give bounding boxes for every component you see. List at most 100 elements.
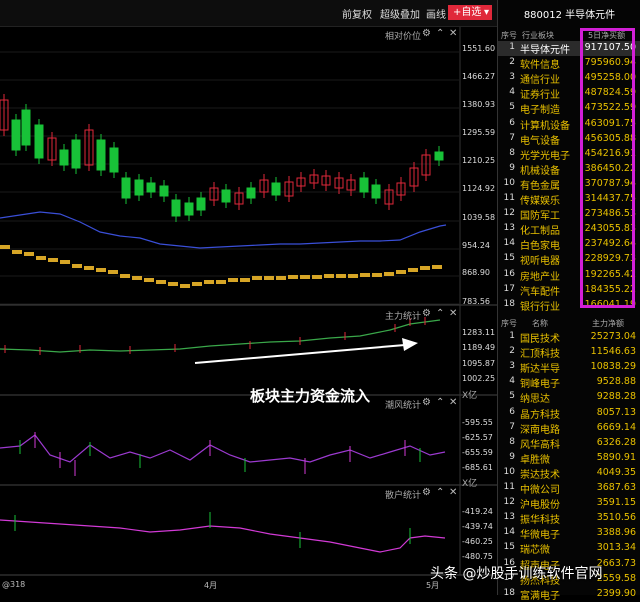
ma-bar-yellow: [24, 252, 34, 256]
stock-title: 880012 半导体元件: [523, 10, 616, 21]
ma-line-blue: [0, 211, 447, 249]
close-icon[interactable]: ✕: [449, 487, 457, 498]
row-name: 电气设备: [520, 135, 560, 147]
row-name: 风华高科: [520, 439, 560, 451]
chaofeng-panel-label: 潮风统计: [385, 401, 422, 411]
stock-row[interactable]: 9 卓胜微 5890.91: [498, 451, 640, 466]
y-tick-label: 1295.59: [462, 128, 496, 137]
gear-icon[interactable]: ⚙: [422, 308, 431, 319]
close-icon[interactable]: ✕: [449, 308, 457, 319]
stock-row[interactable]: 18 富满电子 2399.90: [498, 587, 640, 602]
x-unit-label: X亿: [462, 479, 478, 489]
row-number: 1: [509, 42, 515, 52]
stock-row[interactable]: 8 风华高科 6326.28: [498, 436, 640, 451]
row-value: 10838.29: [590, 361, 636, 373]
y-tick-label: -439.74: [462, 522, 493, 531]
ma-bar-yellow: [228, 278, 238, 282]
stock-row[interactable]: 13 振华科技 3510.56: [498, 511, 640, 526]
row-name: 沪电股份: [520, 500, 560, 512]
row-name: 通信行业: [520, 75, 560, 87]
chart-svg: [0, 26, 497, 576]
close-icon[interactable]: ✕: [449, 28, 457, 39]
row-number: 3: [509, 72, 515, 83]
stock-row[interactable]: 7 深南电路 6669.14: [498, 421, 640, 436]
row-number: 15: [503, 253, 515, 264]
collapse-icon[interactable]: ⌃: [436, 397, 444, 408]
stock-row[interactable]: 11 中微公司 3687.63: [498, 481, 640, 496]
row-number: 1: [509, 331, 515, 341]
row-value: 9288.28: [596, 391, 636, 403]
annotation-arrow: [194, 344, 406, 364]
ma-bar-yellow: [408, 268, 418, 272]
y-tick-label: 1189.49: [462, 343, 496, 352]
row-value: 4049.35: [596, 466, 636, 478]
x-label-start: @318: [2, 580, 26, 589]
y-tick-label: -655.59: [462, 448, 493, 457]
row-number: 13: [503, 223, 515, 234]
candle-body: [71, 139, 81, 169]
row-number: 9: [509, 451, 515, 462]
row-number: 18: [503, 298, 515, 309]
row-number: 10: [503, 177, 515, 188]
row-name: 振华科技: [520, 515, 560, 527]
dropdown-icon[interactable]: ▾: [481, 5, 493, 20]
candle-body: [246, 187, 256, 199]
stock-row[interactable]: 6 晶方科技 8057.13: [498, 406, 640, 421]
stock-row[interactable]: 3 斯达半导 10838.29: [498, 360, 640, 375]
row-value: 5890.91: [596, 451, 636, 463]
ma-bar-yellow: [48, 258, 58, 262]
row-name: 银行行业: [520, 301, 560, 313]
prev-adjust-button[interactable]: 前复权: [342, 6, 372, 21]
stock-row[interactable]: 14 华微电子 3388.96: [498, 526, 640, 541]
stock-row[interactable]: 4 铜峰电子 9528.88: [498, 375, 640, 390]
collapse-icon[interactable]: ⌃: [436, 487, 444, 498]
chart-area[interactable]: 前复权 超级叠加 画线 +自选 ▾ 相对价位 ⚙ ⌃ ✕ 主力统计 ⚙ ⌃ ✕ …: [0, 0, 497, 595]
row-number: 12: [503, 497, 515, 508]
ma-bar-yellow: [240, 278, 250, 282]
stock-header-value[interactable]: 主力净额: [592, 318, 624, 329]
row-name: 斯达半导: [520, 364, 560, 376]
collapse-icon[interactable]: ⌃: [436, 308, 444, 319]
gear-icon[interactable]: ⚙: [422, 397, 431, 408]
capital-panel-label: 主力统计: [385, 312, 422, 322]
line-button[interactable]: 画线: [426, 6, 446, 21]
stock-row[interactable]: 2 汇顶科技 11546.63: [498, 345, 640, 360]
row-name: 纳思达: [520, 394, 550, 406]
candle-body: [146, 182, 156, 193]
row-number: 7: [509, 421, 515, 432]
gear-icon[interactable]: ⚙: [422, 487, 431, 498]
stock-row[interactable]: 1 国民技术 25273.04: [498, 330, 640, 345]
row-value: 25273.04: [590, 331, 636, 342]
main-panel-label: 相对价位: [385, 32, 422, 42]
row-value: 3591.15: [596, 497, 636, 509]
ma-bar-yellow: [360, 273, 370, 277]
ma-bar-yellow: [12, 250, 22, 254]
row-value: 11546.63: [590, 346, 636, 358]
y-tick-label: -460.25: [462, 537, 493, 546]
close-icon[interactable]: ✕: [449, 397, 457, 408]
row-number: 7: [509, 132, 515, 143]
ma-bar-yellow: [324, 274, 334, 278]
row-value: 3013.34: [596, 542, 636, 554]
stock-row[interactable]: 15 瑞芯微 3013.34: [498, 541, 640, 556]
row-name: 汽车配件: [520, 286, 560, 298]
row-name: 富满电子: [520, 590, 560, 602]
row-number: 11: [503, 193, 515, 203]
gear-icon[interactable]: ⚙: [422, 28, 431, 39]
row-number: 4: [509, 376, 515, 387]
ma-bar-yellow: [396, 270, 406, 274]
row-name: 铜峰电子: [520, 379, 560, 391]
row-number: 6: [509, 406, 515, 417]
row-number: 6: [509, 117, 515, 128]
stock-row[interactable]: 10 崇达技术 4049.35: [498, 466, 640, 481]
collapse-icon[interactable]: ⌃: [436, 28, 444, 39]
x-label-april: 4月: [204, 581, 218, 590]
stock-row[interactable]: 5 纳思达 9288.28: [498, 390, 640, 405]
row-name: 国防军工: [520, 211, 560, 223]
stock-row[interactable]: 12 沪电股份 3591.15: [498, 496, 640, 511]
row-name: 瑞芯微: [520, 545, 550, 557]
candle-body: [221, 189, 231, 203]
row-number: 5: [509, 102, 515, 113]
overlay-button[interactable]: 超级叠加: [380, 6, 420, 21]
ma-bar-yellow: [204, 280, 214, 284]
